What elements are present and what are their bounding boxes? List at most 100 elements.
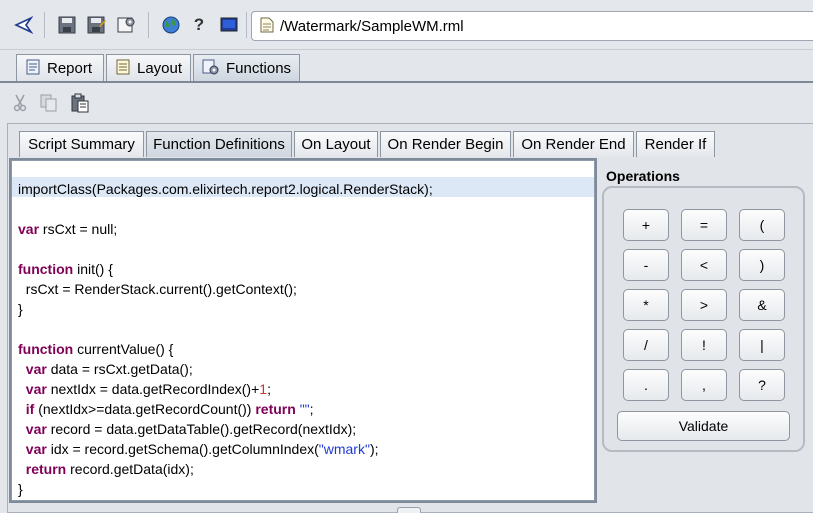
code-token: 1 <box>259 381 268 397</box>
operator-button[interactable]: | <box>739 329 785 361</box>
tab-on-layout-label: On Layout <box>301 136 371 153</box>
globe-icon[interactable] <box>160 14 182 36</box>
operations-title: Operations <box>606 168 680 184</box>
tab-render-if-label: Render If <box>644 136 707 153</box>
code-line: function init() { <box>18 259 433 279</box>
code-token: ; <box>309 401 314 417</box>
operator-button[interactable]: * <box>623 289 669 321</box>
validate-button[interactable]: Validate <box>617 411 790 441</box>
operator-button[interactable]: > <box>681 289 727 321</box>
paste-icon[interactable] <box>70 93 90 116</box>
code-token: (nextIdx>=data.getRecordCount()) <box>34 401 256 417</box>
operator-button[interactable]: + <box>623 209 669 241</box>
code-line: var record = data.getDataTable().getReco… <box>18 419 433 439</box>
back-arrow-icon[interactable] <box>12 14 34 36</box>
code-line: importClass(Packages.com.elixirtech.repo… <box>18 179 433 199</box>
code-token: "" <box>299 401 310 417</box>
operator-button[interactable]: ! <box>681 329 727 361</box>
code-text[interactable]: importClass(Packages.com.elixirtech.repo… <box>18 179 433 499</box>
cut-icon[interactable] <box>12 94 28 115</box>
tab-report[interactable]: Report <box>16 54 104 82</box>
operator-button[interactable]: . <box>623 369 669 401</box>
code-token: } <box>18 481 23 497</box>
tab-script-summary[interactable]: Script Summary <box>19 131 144 157</box>
main-toolbar: ? /Watermark/SampleWM.rml <box>0 0 813 50</box>
code-line: function currentValue() { <box>18 339 433 359</box>
tab-report-label: Report <box>47 60 93 77</box>
tab-divider <box>0 81 813 83</box>
operator-button[interactable]: < <box>681 249 727 281</box>
operator-button[interactable]: = <box>681 209 727 241</box>
code-token: var <box>25 441 47 457</box>
code-line: var data = rsCxt.getData(); <box>18 359 433 379</box>
document-icon <box>260 17 274 36</box>
tab-layout[interactable]: Layout <box>106 54 191 82</box>
code-token: nextIdx = data.getRecordIndex()+ <box>46 381 260 397</box>
code-line: var idx = record.getSchema().getColumnIn… <box>18 439 433 459</box>
code-token: rsCxt = RenderStack.current().getContext… <box>18 281 297 297</box>
tab-on-render-end-label: On Render End <box>521 136 626 153</box>
tab-on-render-end[interactable]: On Render End <box>513 131 634 157</box>
code-token: function <box>18 341 74 357</box>
tab-on-render-begin[interactable]: On Render Begin <box>380 131 511 157</box>
code-line: var nextIdx = data.getRecordIndex()+1; <box>18 379 433 399</box>
code-token: var <box>25 421 47 437</box>
tab-layout-label: Layout <box>137 60 183 77</box>
help-icon[interactable]: ? <box>188 14 210 36</box>
operator-button[interactable]: ) <box>739 249 785 281</box>
code-token: var <box>18 221 40 237</box>
code-token: var <box>25 361 47 377</box>
code-token: idx = record.getSchema().getColumnIndex( <box>46 441 319 457</box>
file-path-text: /Watermark/SampleWM.rml <box>280 17 464 35</box>
functions-icon <box>202 59 220 79</box>
code-token: var <box>25 381 47 397</box>
save-icon[interactable] <box>56 14 78 36</box>
code-token: "wmark" <box>318 441 370 457</box>
monitor-icon[interactable] <box>218 14 240 36</box>
code-token: importClass(Packages.com.elixirtech.repo… <box>18 181 433 197</box>
copy-icon[interactable] <box>40 94 58 115</box>
edit-toolbar <box>0 90 120 118</box>
code-line: } <box>18 479 433 499</box>
operator-button[interactable]: / <box>623 329 669 361</box>
code-line: } <box>18 299 433 319</box>
code-line: rsCxt = RenderStack.current().getContext… <box>18 279 433 299</box>
operator-button[interactable]: & <box>739 289 785 321</box>
code-line: return record.getData(idx); <box>18 459 433 479</box>
code-token: record = data.getDataTable().getRecord(n… <box>46 421 357 437</box>
code-token: } <box>18 301 23 317</box>
file-path-field[interactable]: /Watermark/SampleWM.rml <box>251 11 813 41</box>
code-line: var rsCxt = null; <box>18 219 433 239</box>
operator-button[interactable]: - <box>623 249 669 281</box>
tab-on-layout[interactable]: On Layout <box>294 131 378 157</box>
code-token: return <box>255 401 296 417</box>
operator-button[interactable]: , <box>681 369 727 401</box>
tab-function-definitions-label: Function Definitions <box>153 136 285 153</box>
code-token: currentValue() { <box>73 341 174 357</box>
code-token: data = rsCxt.getData(); <box>46 361 193 377</box>
tab-function-definitions[interactable]: Function Definitions <box>146 131 292 157</box>
code-token: return <box>25 461 67 477</box>
tab-functions[interactable]: Functions <box>193 54 300 82</box>
properties-icon[interactable] <box>116 14 138 36</box>
script-editor[interactable]: importClass(Packages.com.elixirtech.repo… <box>9 158 597 503</box>
code-token: rsCxt = null; <box>39 221 118 237</box>
code-line: if (nextIdx>=data.getRecordCount()) retu… <box>18 399 433 419</box>
code-token: init() { <box>73 261 113 277</box>
report-icon <box>25 59 41 79</box>
resize-grip[interactable] <box>397 507 421 513</box>
tab-render-if[interactable]: Render If <box>636 131 715 157</box>
save-as-icon[interactable] <box>86 14 108 36</box>
code-token: ); <box>369 441 379 457</box>
operator-button[interactable]: ( <box>739 209 785 241</box>
operator-button[interactable]: ? <box>739 369 785 401</box>
code-token: ; <box>267 381 271 397</box>
